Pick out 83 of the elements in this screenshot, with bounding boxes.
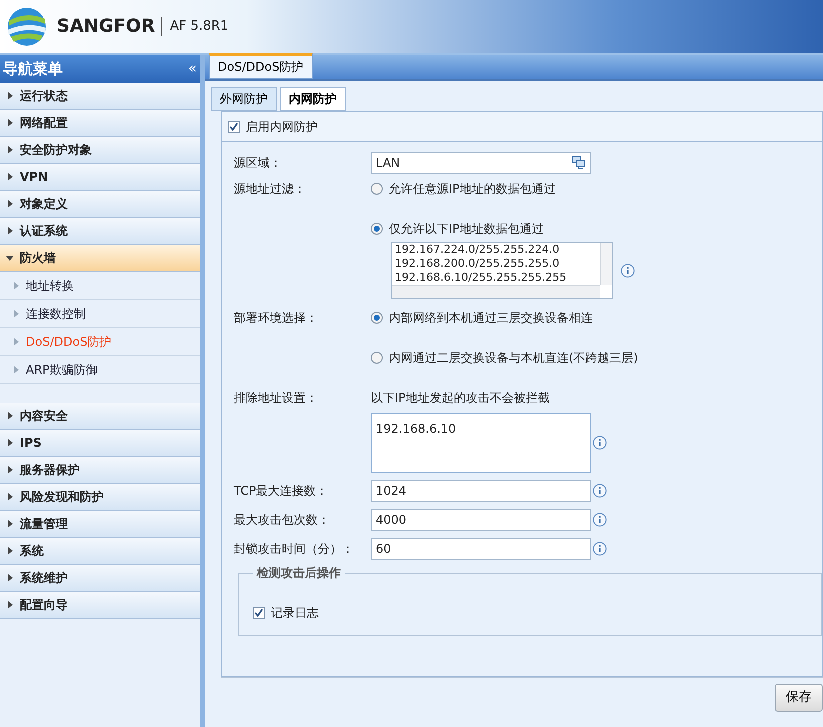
sub-tab[interactable]: 内网防护 (280, 87, 346, 111)
caret-right-icon (12, 338, 20, 346)
checkbox[interactable] (253, 607, 265, 619)
caret-right-icon (6, 601, 14, 609)
menu-item[interactable]: IPS (0, 430, 200, 457)
list-entry[interactable]: 192.168.6.10/255.255.255.255 (392, 271, 600, 285)
menu-item[interactable]: 服务器保护 (0, 457, 200, 484)
radio-button[interactable] (371, 223, 383, 235)
number-field[interactable]: 4000 (371, 509, 591, 531)
list-entry[interactable]: 192.167.224.0/255.255.224.0 (392, 243, 600, 257)
menu-item[interactable]: 系统维护 (0, 565, 200, 592)
collapse-button[interactable]: « (188, 58, 197, 80)
nav-title: 导航菜单 (3, 58, 63, 80)
radio-label: 内部网络到本机通过三层交换设备相连 (389, 310, 593, 327)
caret-right-icon (12, 310, 20, 318)
menu-item[interactable]: 防火墙 (0, 245, 200, 272)
caret-right-icon (6, 412, 14, 420)
radio-button[interactable] (371, 352, 383, 364)
vertical-scrollbar[interactable] (600, 243, 612, 285)
menu-item[interactable]: 风险发现和防护 (0, 484, 200, 511)
caret-right-icon (12, 282, 20, 290)
info-icon[interactable] (593, 436, 607, 450)
field-label: TCP最大连接数： (234, 483, 330, 500)
checkbox-label: 记录日志 (271, 605, 319, 622)
caret-right-icon (6, 146, 14, 154)
hint-text: 以下IP地址发起的攻击不会被拦截 (371, 390, 550, 407)
menu-item[interactable]: 配置向导 (0, 592, 200, 619)
caret-right-icon (6, 173, 14, 181)
caret-right-icon (6, 574, 14, 582)
info-icon[interactable] (593, 542, 607, 556)
brand-name: SANGFOR (57, 15, 156, 39)
radio-label: 允许任意源IP地址的数据包通过 (389, 181, 556, 198)
menu-item[interactable]: 网络配置 (0, 110, 200, 137)
caret-right-icon (6, 227, 14, 235)
field-label: 封锁攻击时间（分）： (234, 541, 355, 558)
field-label: 最大攻击包次数： (234, 512, 331, 529)
list-entry[interactable]: 192.168.200.0/255.255.255.0 (392, 257, 600, 271)
checkbox[interactable] (228, 120, 240, 132)
page-tab[interactable]: DoS/DDoS防护 (209, 53, 313, 79)
field-label: 源地址过滤： (234, 181, 307, 198)
field-label: 部署环境选择： (234, 310, 319, 327)
number-field[interactable]: 1024 (371, 480, 591, 502)
caret-right-icon (6, 439, 14, 447)
checkbox-label: 启用内网防护 (246, 118, 318, 136)
menu-item[interactable]: 认证系统 (0, 218, 200, 245)
info-icon[interactable] (593, 513, 607, 527)
submenu-item[interactable]: ARP欺骗防御 (0, 356, 200, 384)
menu-item[interactable]: 对象定义 (0, 191, 200, 218)
menu-item[interactable]: 系统 (0, 538, 200, 565)
menu-item[interactable]: VPN (0, 164, 200, 191)
field-label: 源区域： (234, 155, 283, 172)
menu-item[interactable]: 内容安全 (0, 403, 200, 430)
horizontal-scrollbar[interactable] (392, 285, 600, 298)
caret-right-icon (6, 493, 14, 501)
info-icon[interactable] (621, 264, 635, 278)
zone-field[interactable]: LAN (371, 152, 591, 174)
save-button[interactable]: 保存 (775, 684, 823, 712)
menu-item[interactable]: 流量管理 (0, 511, 200, 538)
radio-button[interactable] (371, 312, 383, 324)
caret-right-icon (6, 547, 14, 555)
caret-right-icon (6, 466, 14, 474)
caret-right-icon (6, 200, 14, 208)
submenu-item[interactable]: 连接数控制 (0, 300, 200, 328)
address-list[interactable]: 192.167.224.0/255.255.224.0 192.168.200.0/255.255.255.0 192.168.6.10/255.255.255.255 (391, 242, 613, 299)
number-field[interactable]: 60 (371, 538, 591, 560)
radio-label: 内网通过二层交换设备与本机直连(不跨越三层) (389, 350, 638, 367)
menu-item[interactable]: 运行状态 (0, 83, 200, 110)
version-label: AF 5.8R1 (161, 16, 229, 36)
caret-right-icon (12, 366, 20, 374)
submenu-item[interactable]: 地址转换 (0, 272, 200, 300)
caret-down-icon (6, 254, 14, 262)
field-label: 排除地址设置： (234, 390, 319, 407)
caret-right-icon (6, 119, 14, 127)
exclusion-textarea[interactable]: 192.168.6.10 (371, 413, 591, 473)
info-icon[interactable] (593, 484, 607, 498)
network-picker-icon[interactable] (572, 156, 586, 170)
caret-right-icon (6, 92, 14, 100)
caret-right-icon (6, 520, 14, 528)
radio-label: 仅允许以下IP地址数据包通过 (389, 221, 544, 238)
sub-tab[interactable]: 外网防护 (211, 87, 277, 111)
group-title: 检测攻击后操作 (256, 565, 342, 582)
menu-item[interactable]: 安全防护对象 (0, 137, 200, 164)
radio-button[interactable] (371, 183, 383, 195)
